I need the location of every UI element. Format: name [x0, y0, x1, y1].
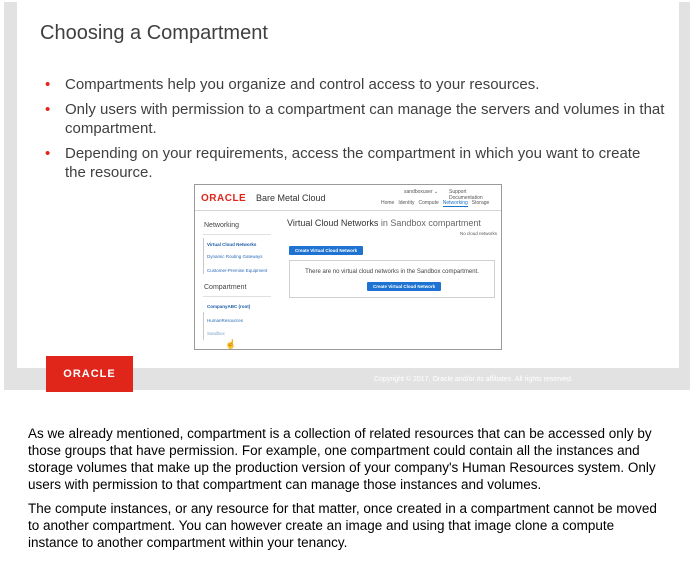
bullet-dot: •: [45, 76, 51, 93]
create-vcn-button[interactable]: Create Virtual Cloud Network: [289, 246, 364, 255]
vcn-count: No cloud networks: [459, 231, 497, 236]
sidebar-bar: [203, 238, 204, 274]
nav-storage[interactable]: Storage: [472, 200, 490, 207]
bullet-dot: •: [45, 145, 51, 162]
console-sidebar: Networking Virtual Cloud Networks Dynami…: [195, 212, 277, 349]
bullet-item: • Only users with permission to a compart…: [45, 101, 665, 137]
networking-heading: Networking: [204, 222, 240, 229]
compartment-humanresources[interactable]: HumanResources: [207, 318, 269, 323]
console-main: Virtual Cloud Networks in Sandbox compar…: [283, 212, 501, 349]
bullet-dot: •: [45, 101, 51, 118]
divider: [203, 234, 271, 235]
empty-state: There are no virtual cloud networks in t…: [289, 260, 495, 298]
divider: [203, 296, 271, 297]
product-name: Bare Metal Cloud: [256, 193, 326, 203]
notes-paragraph: The compute instances, or any resource f…: [28, 501, 657, 550]
notes-paragraph: As we already mentioned, compartment is …: [28, 426, 656, 492]
bullet-list: • Compartments help you organize and cont…: [45, 75, 665, 188]
nav-home[interactable]: Home: [381, 200, 394, 207]
main-title: Virtual Cloud Networks in Sandbox compar…: [287, 218, 481, 228]
sidebar-item-vcn[interactable]: Virtual Cloud Networks: [207, 242, 269, 247]
copyright: Copyright © 2017, Oracle and/or its affi…: [374, 376, 573, 383]
nav-identity[interactable]: Identity: [398, 200, 414, 207]
empty-state-text: There are no virtual cloud networks in t…: [305, 269, 479, 275]
slide-title: Choosing a Compartment: [40, 22, 268, 44]
bullet-item: • Depending on your requirements, access …: [45, 145, 641, 181]
compartment-heading: Compartment: [204, 284, 247, 291]
console-header: ORACLE Bare Metal Cloud sandboxuser ⌄ Su…: [195, 185, 501, 211]
oracle-badge: ORACLE: [46, 356, 133, 392]
sidebar-item-drg[interactable]: Dynamic Routing Gateways: [207, 254, 269, 259]
compartment-sandbox[interactable]: Sandbox: [207, 331, 269, 336]
create-vcn-button-empty[interactable]: Create Virtual Cloud Network: [367, 282, 442, 291]
compartment-root[interactable]: CompanyABC (root): [207, 304, 269, 309]
console-screenshot: ORACLE Bare Metal Cloud sandboxuser ⌄ Su…: [194, 184, 502, 350]
console-nav: Home Identity Compute Networking Storage: [381, 200, 489, 207]
oracle-logo: ORACLE: [201, 193, 247, 204]
speaker-notes: As we already mentioned, compartment is …: [28, 425, 668, 558]
slide-frame: Choosing a Compartment • Compartments hel…: [4, 2, 690, 392]
user-menu[interactable]: sandboxuser ⌄: [404, 189, 438, 195]
sidebar-bar: [203, 312, 204, 340]
sidebar-item-cpe[interactable]: Customer-Premise Equipment: [207, 268, 269, 273]
slide: Choosing a Compartment • Compartments hel…: [17, 2, 679, 368]
nav-compute[interactable]: Compute: [418, 200, 438, 207]
hand-cursor-icon: ☝: [225, 339, 237, 349]
bullet-item: • Compartments help you organize and cont…: [45, 76, 540, 93]
nav-networking[interactable]: Networking: [442, 200, 468, 207]
